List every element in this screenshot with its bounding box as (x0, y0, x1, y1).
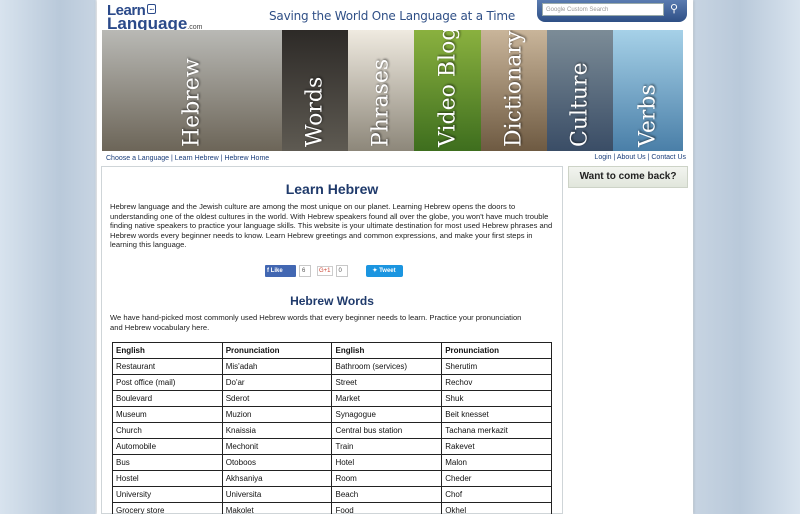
search-icon: ⚲ (669, 3, 679, 15)
table-cell[interactable]: Muzion (221, 406, 333, 423)
table-header: Pronunciation (441, 342, 552, 359)
words-table: English Pronunciation English Pronunciat… (112, 342, 552, 514)
table-cell[interactable]: Beach (331, 486, 443, 503)
banner-panel-hebrew[interactable]: Hebrew (102, 30, 282, 151)
site-tagline: Saving the World One Language at a Time (269, 9, 516, 23)
table-cell[interactable]: Bathroom (services) (331, 358, 443, 375)
table-cell[interactable]: Train (331, 438, 443, 455)
facebook-like-button[interactable]: f Like (265, 265, 296, 277)
main-content: Learn Hebrew Hebrew language and the Jew… (101, 166, 563, 514)
table-cell[interactable]: Central bus station (331, 422, 443, 439)
like-count: 6 (299, 265, 311, 277)
table-cell[interactable]: Synagogue (331, 406, 443, 423)
table-cell[interactable]: Chof (441, 486, 552, 503)
table-cell[interactable]: Mis'adah (221, 358, 333, 375)
top-links[interactable]: Login | About Us | Contact Us (594, 154, 686, 161)
come-back-box[interactable]: Want to come back? (568, 166, 688, 188)
table-row: Boulevard Sderot Market Shuk (112, 390, 552, 407)
table-cell[interactable]: Automobile (112, 438, 223, 455)
table-cell[interactable]: Church (112, 422, 223, 439)
category-banner: Hebrew Words Phrases Video Blog Dictiona… (102, 30, 683, 151)
table-header-row: English Pronunciation English Pronunciat… (112, 342, 552, 359)
social-share-bar: f Like 6 G+1 0 ✦ Tweet (265, 265, 403, 277)
table-cell[interactable]: Restaurant (112, 358, 223, 375)
table-cell[interactable]: Mechonit (221, 438, 333, 455)
table-cell[interactable]: Akhsaniya (221, 470, 333, 487)
table-cell[interactable]: Food (331, 502, 443, 514)
banner-panel-dictionary[interactable]: Dictionary (481, 30, 547, 151)
banner-panel-verbs[interactable]: Verbs (613, 30, 683, 151)
table-cell[interactable]: Post office (mail) (112, 374, 223, 391)
banner-label-verbs: Verbs (635, 84, 661, 147)
table-cell[interactable]: Malon (441, 454, 552, 471)
table-cell[interactable]: Bus (112, 454, 223, 471)
table-cell[interactable]: Hostel (112, 470, 223, 487)
search-box: Google Custom Search ⚲ (537, 0, 687, 22)
table-cell[interactable]: Hotel (331, 454, 443, 471)
table-cell[interactable]: Beit knesset (441, 406, 552, 423)
banner-label-video-blog: Video Blog (435, 30, 460, 147)
logo-bubble-icon: ... (147, 4, 156, 14)
search-input[interactable]: Google Custom Search (542, 3, 664, 16)
table-cell[interactable]: Tachana merkazit (441, 422, 552, 439)
table-cell[interactable]: Market (331, 390, 443, 407)
page-title: Learn Hebrew (285, 181, 379, 197)
table-cell[interactable]: Museum (112, 406, 223, 423)
search-button[interactable]: ⚲ (667, 2, 681, 16)
table-header: Pronunciation (221, 342, 333, 359)
table-row: University Universita Beach Chof (112, 486, 552, 503)
table-row: Automobile Mechonit Train Rakevet (112, 438, 552, 455)
banner-panel-phrases[interactable]: Phrases (348, 30, 414, 151)
tweet-button[interactable]: ✦ Tweet (365, 265, 403, 277)
table-cell[interactable]: Rechov (441, 374, 552, 391)
table-cell[interactable]: Makolet (221, 502, 333, 514)
table-cell[interactable]: Universita (221, 486, 333, 503)
table-cell[interactable]: Street (331, 374, 443, 391)
table-cell[interactable]: Boulevard (112, 390, 223, 407)
table-header: English (112, 342, 223, 359)
table-body: Restaurant Mis'adah Bathroom (services) She… (112, 358, 552, 514)
banner-label-phrases: Phrases (368, 58, 394, 147)
banner-panel-video-blog[interactable]: Video Blog (414, 30, 481, 151)
site-logo[interactable]: Learn... Language.com (107, 3, 202, 32)
banner-panel-words[interactable]: Words (282, 30, 348, 151)
gplus-count: 0 (335, 265, 348, 277)
table-row: Restaurant Mis'adah Bathroom (services) She… (112, 358, 552, 375)
table-cell[interactable]: Rakevet (441, 438, 552, 455)
table-cell[interactable]: Sherutim (441, 358, 552, 375)
table-cell[interactable]: University (112, 486, 223, 503)
like-label: Like (270, 268, 283, 274)
words-section-title: Hebrew Words (290, 294, 374, 308)
banner-label-dictionary: Dictionary (501, 30, 527, 147)
page-container: Learn... Language.com Saving the World O… (97, 0, 693, 514)
table-row: Hostel Akhsaniya Room Cheder (112, 470, 552, 487)
table-cell[interactable]: Shuk (441, 390, 552, 407)
table-cell[interactable]: Otoboos (221, 454, 333, 471)
breadcrumb[interactable]: Choose a Language | Learn Hebrew | Hebre… (106, 155, 269, 162)
words-intro: We have hand-picked most commonly used H… (110, 313, 522, 332)
banner-panel-culture[interactable]: Culture (547, 30, 613, 151)
table-row: Church Knaissia Central bus station Tachana… (112, 422, 552, 439)
table-cell[interactable]: Sderot (221, 390, 333, 407)
banner-label-hebrew: Hebrew (179, 58, 205, 147)
table-cell[interactable]: Grocery store (112, 502, 223, 514)
table-row: Post office (mail) Do'ar Street Rechov (112, 374, 552, 391)
table-cell[interactable]: Okhel (441, 502, 552, 514)
table-cell[interactable]: Room (331, 470, 443, 487)
table-row: Bus Otoboos Hotel Malon (112, 454, 552, 471)
table-cell[interactable]: Do'ar (221, 374, 333, 391)
table-row: Museum Muzion Synagogue Beit knesset (112, 406, 552, 423)
banner-label-culture: Culture (567, 62, 593, 147)
banner-label-words: Words (302, 76, 328, 147)
tweet-label: Tweet (379, 268, 396, 274)
google-plus-button[interactable]: G+1 (317, 266, 333, 276)
table-cell[interactable]: Knaissia (221, 422, 333, 439)
table-row: Grocery store Makolet Food Okhel (112, 502, 552, 514)
intro-paragraph: Hebrew language and the Jewish culture a… (110, 202, 553, 250)
table-cell[interactable]: Cheder (441, 470, 552, 487)
table-header: English (331, 342, 443, 359)
